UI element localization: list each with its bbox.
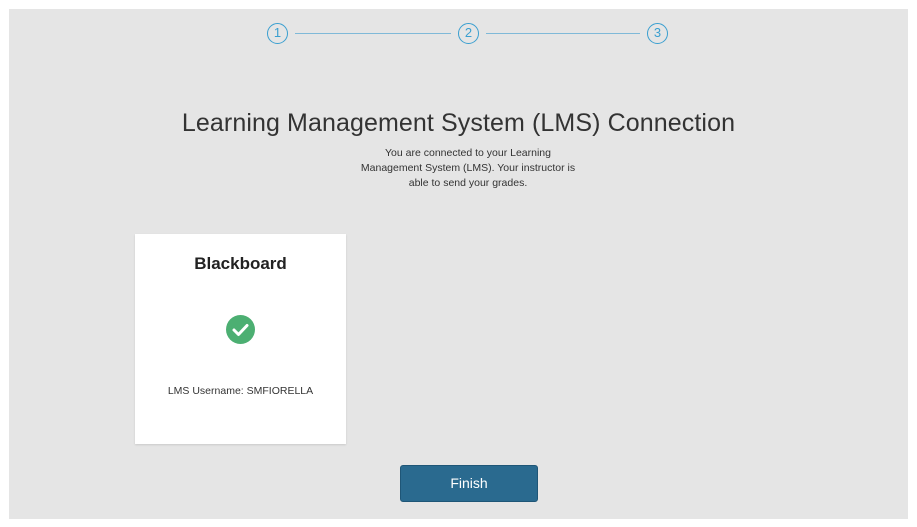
- check-circle-icon: [226, 315, 255, 344]
- lms-card-blackboard: Blackboard LMS Username: SMFIORELLA: [135, 234, 346, 444]
- lms-card-title: Blackboard: [194, 254, 287, 273]
- step-connector-2-3: [486, 33, 640, 34]
- step-1-indicator: 1: [267, 23, 288, 44]
- lms-connection-panel: 1 2 3 Learning Management System (LMS) C…: [9, 9, 908, 519]
- page-title: Learning Management System (LMS) Connect…: [181, 109, 736, 137]
- finish-button[interactable]: Finish: [400, 465, 538, 502]
- lms-username: LMS Username: SMFIORELLA: [167, 385, 314, 397]
- step-connector-1-2: [295, 33, 451, 34]
- step-3-indicator: 3: [647, 23, 668, 44]
- step-2-indicator: 2: [458, 23, 479, 44]
- progress-stepper: 1 2 3: [9, 23, 908, 49]
- page-subtitle: You are connected to your Learning Manag…: [360, 147, 576, 189]
